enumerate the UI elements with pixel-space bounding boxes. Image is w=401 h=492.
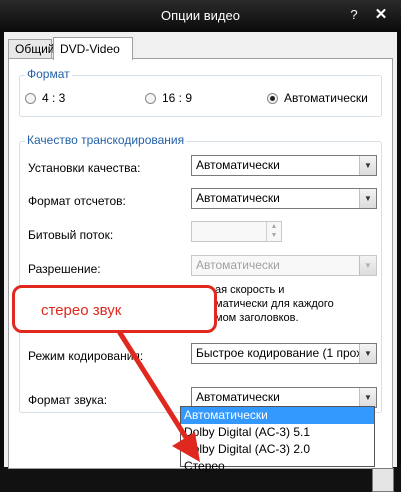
audio-format-label: Формат звука: — [28, 393, 108, 407]
dropdown-option[interactable]: Dolby Digital (AC-3) 5.1 — [181, 424, 374, 441]
dialog-window: Опции видео ? ✕ Общий DVD-Video Формат 4… — [0, 0, 401, 492]
window-title: Опции видео — [161, 8, 240, 23]
tab-general[interactable]: Общий — [8, 39, 55, 59]
chevron-down-icon: ▼ — [359, 189, 376, 208]
chevron-down-icon: ▼ — [359, 344, 376, 363]
description-line: матически для каждого — [215, 298, 334, 310]
radio-16-9-label: 16 : 9 — [162, 91, 193, 105]
audio-format-dropdown-list[interactable]: Автоматически Dolby Digital (AC-3) 5.1 D… — [180, 406, 375, 473]
sample-format-combo-value: Автоматически — [196, 191, 280, 205]
quality-label: Установки качества: — [28, 161, 141, 175]
tab-dvd-video[interactable]: DVD-Video — [53, 37, 133, 60]
format-group-label: Формат — [25, 67, 72, 81]
radio-16-9-dot — [145, 92, 156, 104]
resolution-combo[interactable]: Автоматически ▼ — [191, 255, 377, 276]
chevron-down-icon: ▼ — [359, 156, 376, 175]
description-line: ая скорость и — [215, 284, 285, 296]
sample-format-label: Формат отсчетов: — [28, 194, 126, 208]
transcode-group — [19, 141, 382, 413]
quality-combo-value: Автоматически — [196, 158, 280, 172]
dropdown-option[interactable]: Dolby Digital (AC-3) 2.0 — [181, 441, 374, 458]
resolution-combo-value: Автоматически — [196, 258, 280, 272]
radio-4-3-label: 4 : 3 — [42, 91, 66, 105]
dropdown-option[interactable]: Автоматически — [181, 407, 374, 424]
help-button[interactable]: ? — [343, 5, 365, 25]
chevron-down-icon: ▼ — [359, 256, 376, 275]
resolution-label: Разрешение: — [28, 262, 101, 276]
radio-auto-label: Автоматически — [284, 91, 368, 105]
chevron-down-icon: ▼ — [359, 388, 376, 407]
radio-auto-dot — [267, 92, 278, 104]
title-bar: Опции видео ? ✕ — [0, 0, 401, 32]
radio-auto[interactable]: Автоматически — [267, 91, 368, 105]
annotation-callout: стерео звук — [12, 285, 217, 333]
sample-format-combo[interactable]: Автоматически ▼ — [191, 188, 377, 209]
description-line: мом заголовков. — [215, 312, 299, 324]
dialog-client: Общий DVD-Video Формат 4 : 3 16 : 9 Авто… — [4, 32, 397, 492]
close-button[interactable]: ✕ — [369, 5, 393, 25]
dialog-button-partial[interactable] — [372, 468, 394, 492]
transcode-group-label: Качество транскодирования — [25, 133, 187, 147]
annotation-text: стерео звук — [41, 302, 122, 319]
radio-16-9[interactable]: 16 : 9 — [145, 91, 192, 105]
radio-4-3[interactable]: 4 : 3 — [25, 91, 65, 105]
audio-format-combo-value: Автоматически — [196, 390, 280, 404]
description-text: ая скорость и матически для каждого мом … — [215, 283, 334, 325]
encoding-mode-combo-value: Быстрое кодирование (1 проход — [196, 346, 376, 360]
audio-format-combo[interactable]: Автоматически ▼ — [191, 387, 377, 408]
bitrate-input[interactable]: ▲ ▼ — [191, 221, 282, 242]
radio-4-3-dot — [25, 92, 36, 104]
spin-arrows-icon: ▲ ▼ — [266, 222, 281, 241]
quality-combo[interactable]: Автоматически ▼ — [191, 155, 377, 176]
bitrate-label: Битовый поток: — [28, 228, 114, 242]
encoding-mode-combo[interactable]: Быстрое кодирование (1 проход ▼ — [191, 343, 377, 364]
encoding-mode-label: Режим кодирования: — [28, 349, 144, 363]
